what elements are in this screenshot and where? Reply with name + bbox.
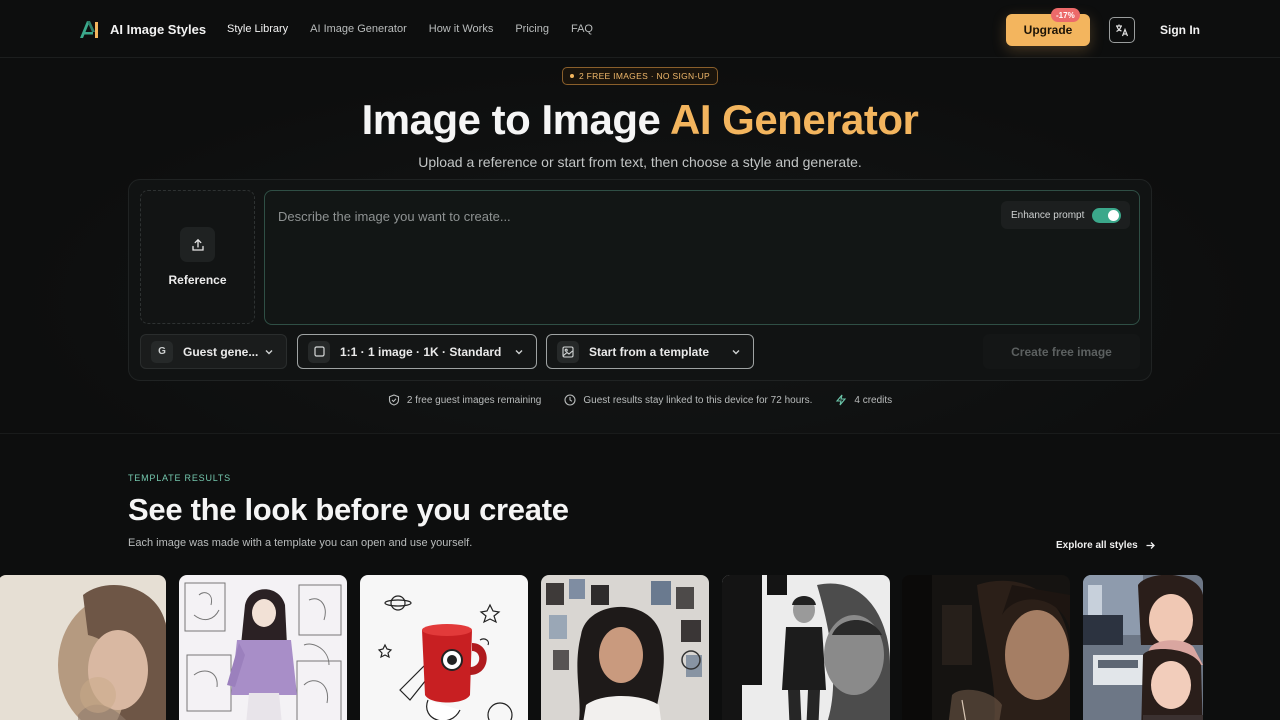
logo-icon — [80, 21, 98, 38]
section-subtitle: Each image was made with a template you … — [128, 537, 473, 549]
prompt-input[interactable] — [278, 206, 978, 226]
template-carousel — [0, 575, 1280, 720]
upload-icon[interactable] — [180, 227, 215, 262]
section-title: See the look before you create — [128, 492, 569, 527]
image-icon — [557, 340, 579, 363]
top-nav: AI Image Styles Style Library AI Image G… — [0, 0, 1280, 58]
chevron-down-icon — [732, 350, 740, 355]
template-card-watercolor[interactable] — [0, 575, 166, 720]
credits-info: 4 credits — [835, 394, 892, 406]
explore-all-styles-link[interactable]: Explore all styles — [1056, 540, 1156, 551]
clock-icon — [564, 394, 576, 406]
template-card-photo-wall[interactable] — [541, 575, 709, 720]
template-card-rocket-mug[interactable] — [360, 575, 528, 720]
model-select[interactable]: G Guest gene... — [140, 334, 287, 369]
size-select[interactable]: 1:1 · 1 image · 1K · Standard — [297, 334, 537, 369]
page-subtitle: Upload a reference or start from text, t… — [418, 154, 862, 170]
enhance-prompt[interactable]: Enhance prompt — [1001, 201, 1130, 229]
brand-name: AI Image Styles — [110, 22, 207, 37]
shield-check-icon — [388, 394, 399, 406]
nav-ai-image-generator[interactable]: AI Image Generator — [310, 23, 407, 35]
create-image-button[interactable]: Create free image — [983, 334, 1140, 369]
template-select[interactable]: Start from a template — [546, 334, 754, 369]
page-title: Image to Image AI Generator — [0, 96, 1280, 144]
explore-label: Explore all styles — [1056, 540, 1138, 551]
enhance-label: Enhance prompt — [1011, 209, 1085, 221]
nav-faq[interactable]: FAQ — [571, 23, 593, 35]
template-card-city-night[interactable] — [1083, 575, 1203, 720]
nav-links: Style Library AI Image Generator How it … — [227, 23, 593, 35]
lightning-icon — [836, 394, 847, 406]
nav-style-library[interactable]: Style Library — [227, 23, 288, 35]
model-badge: G — [151, 340, 173, 363]
nav-how-it-works[interactable]: How it Works — [429, 23, 494, 35]
template-card-bw-poster[interactable] — [722, 575, 890, 720]
model-label: Guest gene... — [183, 344, 259, 359]
info-row: 2 free guest images remaining Guest resu… — [0, 394, 1280, 406]
reference-label: Reference — [168, 273, 227, 287]
free-remaining-text: 2 free guest images remaining — [406, 394, 542, 406]
square-icon — [308, 340, 330, 363]
promo-dot-icon — [569, 74, 574, 78]
chevron-down-icon — [515, 350, 523, 355]
template-label: Start from a template — [589, 344, 710, 359]
retention-text: Guest results stay linked to this device… — [583, 394, 813, 406]
discount-badge: -17% — [1051, 8, 1080, 22]
title-accent: AI Generator — [669, 96, 919, 143]
template-card-anime-sketch[interactable] — [179, 575, 347, 720]
free-remaining-info: 2 free guest images remaining — [388, 394, 542, 406]
credits-text: 4 credits — [854, 394, 893, 406]
enhance-toggle[interactable] — [1092, 208, 1121, 223]
section-kicker: TEMPLATE RESULTS — [128, 473, 231, 483]
title-main: Image to Image — [361, 96, 670, 143]
template-card-moody-selfie[interactable] — [902, 575, 1070, 720]
retention-info: Guest results stay linked to this device… — [564, 394, 812, 406]
size-label: 1:1 · 1 image · 1K · Standard — [340, 344, 502, 359]
arrow-right-icon — [1146, 542, 1155, 549]
brand-logo[interactable]: AI Image Styles — [79, 20, 206, 39]
promo-text: 2 FREE IMAGES · NO SIGN-UP — [578, 71, 711, 81]
promo-pill: 2 FREE IMAGES · NO SIGN-UP — [562, 67, 718, 85]
nav-pricing[interactable]: Pricing — [515, 23, 549, 35]
language-button[interactable] — [1109, 17, 1135, 43]
toggle-knob — [1108, 210, 1119, 221]
translate-icon — [1116, 24, 1129, 37]
sign-in-link[interactable]: Sign In — [1160, 23, 1200, 37]
chevron-down-icon — [265, 350, 273, 355]
